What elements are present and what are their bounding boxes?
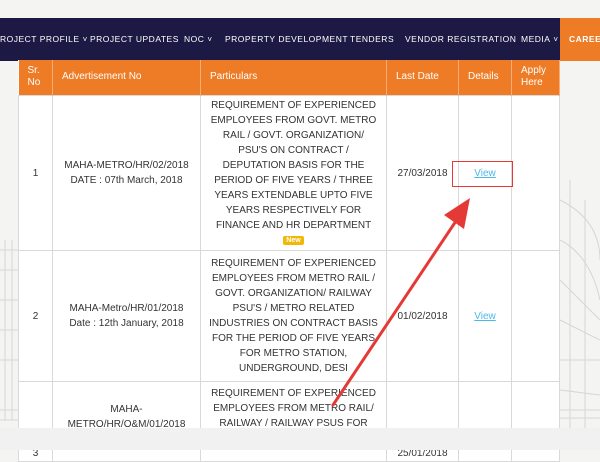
cell-apply-here: [511, 95, 560, 251]
table-header-row: Sr. No Advertisement No Particulars Last…: [18, 60, 560, 96]
nav-project-updates[interactable]: PROJECT UPDATES: [90, 18, 179, 61]
nav-media[interactable]: MEDIA ˅: [521, 18, 559, 61]
view-link[interactable]: View: [474, 311, 496, 322]
header-details: Details: [458, 60, 512, 96]
nav-noc[interactable]: NOC ˅: [184, 18, 213, 61]
nav-label: TENDERS: [350, 34, 395, 44]
header-sr-no: Sr. No: [18, 60, 53, 96]
advertisement-table: Sr. No Advertisement No Particulars Last…: [18, 60, 560, 462]
highlight-box: [452, 161, 513, 187]
nav-label: MEDIA: [521, 34, 551, 44]
nav-label: CAREER: [569, 34, 600, 44]
cell-particulars: REQUIREMENT OF EXPERIENCED EMPLOYEES FRO…: [200, 95, 387, 251]
header-last-date: Last Date: [386, 60, 459, 96]
nav-property-development[interactable]: PROPERTY DEVELOPMENT: [225, 18, 348, 61]
cell-details: View: [458, 250, 512, 382]
chevron-down-icon: ˅: [207, 35, 213, 44]
nav-project-profile[interactable]: ROJECT PROFILE ˅: [0, 18, 88, 61]
cell-last-date: 01/02/2018: [386, 250, 459, 382]
chevron-down-icon: ˅: [82, 35, 88, 44]
new-badge: New: [283, 236, 304, 245]
nav-label: PROPERTY DEVELOPMENT: [225, 34, 349, 44]
nav-tenders[interactable]: TENDERS: [350, 18, 394, 61]
cell-advertisement-no: MAHA-METRO/HR/02/2018 DATE : 07th March,…: [52, 95, 201, 251]
nav-label: ROJECT PROFILE: [0, 34, 80, 44]
cell-advertisement-no: MAHA-Metro/HR/01/2018 Date : 12th Januar…: [52, 250, 201, 382]
nav-label: VENDOR REGISTRATION: [405, 34, 517, 44]
table-row: 2 MAHA-Metro/HR/01/2018 Date : 12th Janu…: [18, 250, 560, 382]
bottom-edge: [0, 428, 600, 450]
nav-label: NOC: [184, 34, 205, 44]
cell-particulars: REQUIREMENT OF EXPERIENCED EMPLOYEES FRO…: [200, 250, 387, 382]
main-nav: ROJECT PROFILE ˅ PROJECT UPDATES NOC ˅ PRO…: [0, 18, 600, 61]
chevron-down-icon: ˅: [553, 35, 559, 44]
header-advertisement-no: Advertisement No: [52, 60, 201, 96]
nav-label: PROJECT UPDATES: [90, 34, 179, 44]
particulars-text: REQUIREMENT OF EXPERIENCED EMPLOYEES FRO…: [210, 100, 377, 231]
cell-last-date: 27/03/2018: [386, 95, 459, 251]
nav-vendor-registration[interactable]: VENDOR REGISTRATION: [405, 18, 516, 61]
cell-sr-no: 1: [18, 95, 53, 251]
nav-career[interactable]: CAREER: [560, 18, 600, 61]
header-particulars: Particulars: [200, 60, 387, 96]
header-apply-here: Apply Here: [511, 60, 560, 96]
cell-sr-no: 2: [18, 250, 53, 382]
cell-apply-here: [511, 250, 560, 382]
